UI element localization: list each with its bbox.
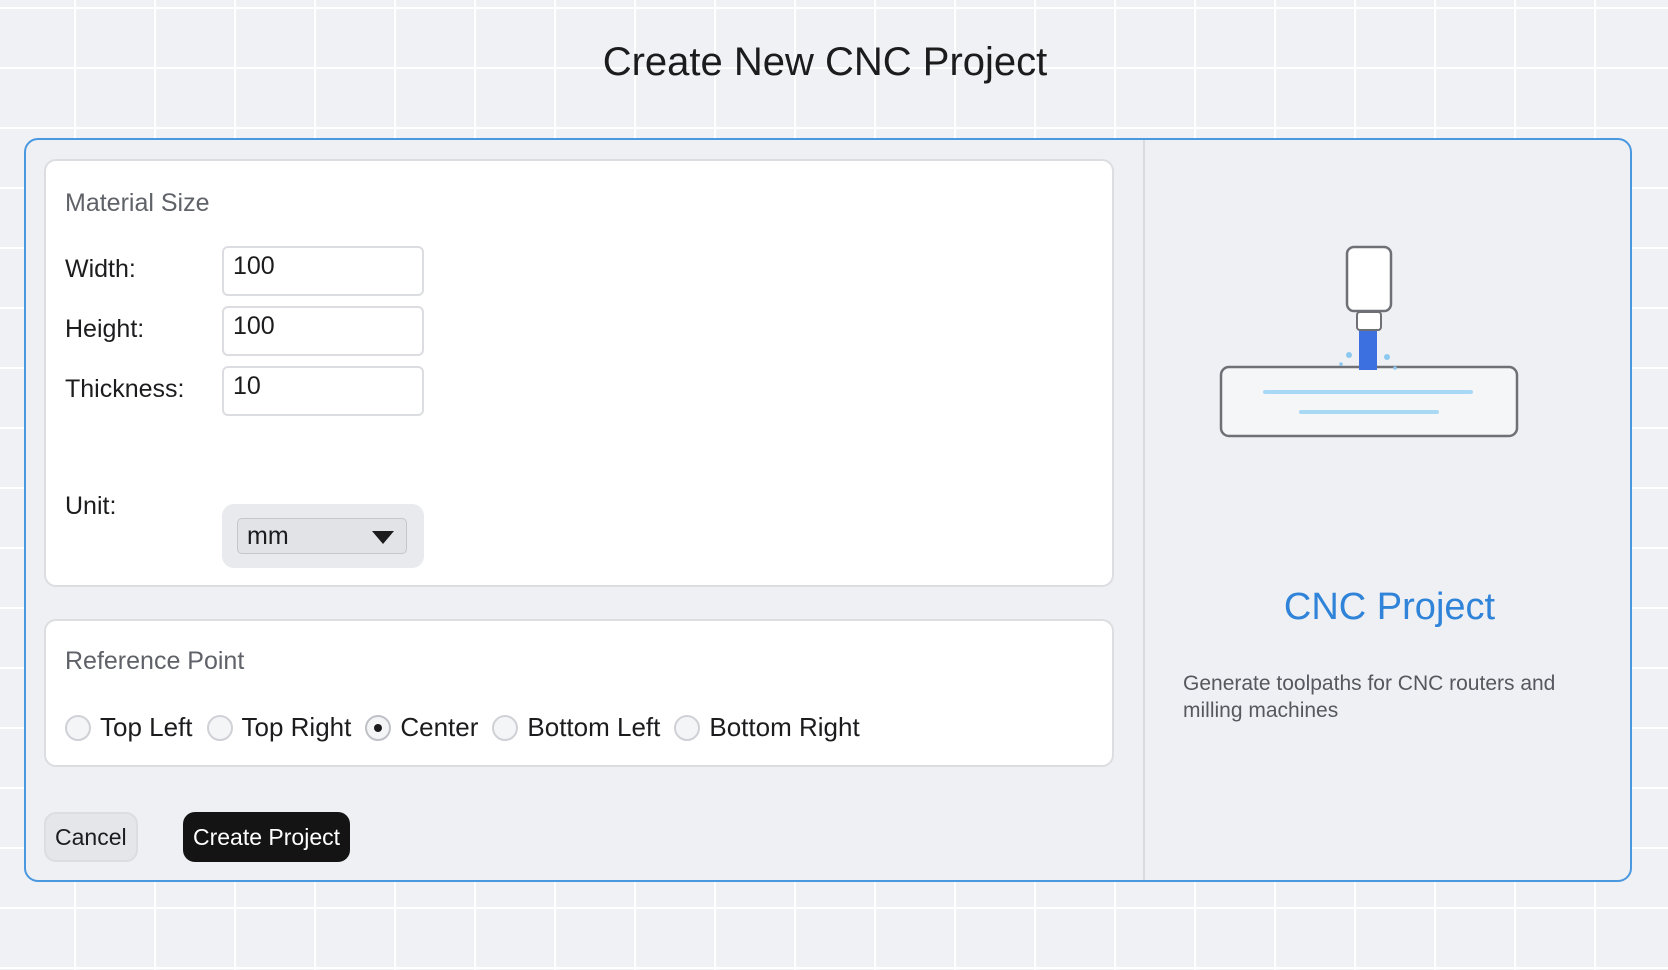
panel-divider	[1143, 140, 1145, 880]
new-project-dialog: Material Size Width: Height: Thickness: …	[24, 138, 1632, 882]
material-size-section: Material Size Width: Height: Thickness: …	[44, 159, 1114, 587]
radio-bottom-right[interactable]: Bottom Right	[674, 712, 860, 743]
radio-button[interactable]	[206, 714, 233, 741]
unit-label: Unit:	[65, 492, 117, 520]
thickness-input[interactable]	[222, 366, 424, 416]
radio-label: Bottom Right	[709, 712, 860, 742]
chevron-down-icon	[372, 531, 394, 544]
radio-label: Top Right	[241, 712, 352, 742]
cnc-machine-icon	[1219, 245, 1519, 438]
radio-button[interactable]	[65, 714, 91, 741]
page-title: Create New CNC Project	[602, 40, 1048, 84]
radio-button-selected[interactable]	[365, 714, 392, 741]
radio-selected-dot	[374, 723, 383, 732]
unit-select-container: mm	[222, 504, 424, 568]
height-input[interactable]	[222, 306, 424, 356]
radio-button[interactable]	[674, 714, 701, 741]
cancel-button[interactable]: Cancel	[44, 812, 138, 862]
reference-point-section: Reference Point Top Left Top Right Cente…	[44, 619, 1114, 767]
width-label: Width:	[65, 255, 136, 283]
radio-label: Top Left	[100, 712, 193, 742]
width-input[interactable]	[222, 246, 424, 296]
radio-top-right[interactable]: Top Right	[206, 712, 352, 743]
project-type-description: Generate toolpaths for CNC routers and m…	[1183, 672, 1556, 722]
reference-point-title: Reference Point	[65, 647, 245, 675]
radio-label: Bottom Left	[527, 712, 661, 742]
unit-selected-value: mm	[247, 522, 289, 550]
radio-center[interactable]: Center	[365, 712, 478, 743]
radio-bottom-left[interactable]: Bottom Left	[492, 712, 660, 743]
thickness-label: Thickness:	[65, 375, 185, 403]
radio-top-left[interactable]: Top Left	[65, 712, 193, 743]
material-size-title: Material Size	[65, 189, 210, 217]
height-label: Height:	[65, 315, 145, 343]
unit-select[interactable]: mm	[237, 518, 407, 554]
radio-label: Center	[400, 712, 479, 742]
reference-point-radio-group: Top Left Top Right Center Bottom Left Bo…	[65, 712, 874, 743]
create-project-button[interactable]: Create Project	[183, 812, 351, 862]
radio-button[interactable]	[492, 714, 519, 741]
project-type-title: CNC Project	[1283, 586, 1496, 628]
